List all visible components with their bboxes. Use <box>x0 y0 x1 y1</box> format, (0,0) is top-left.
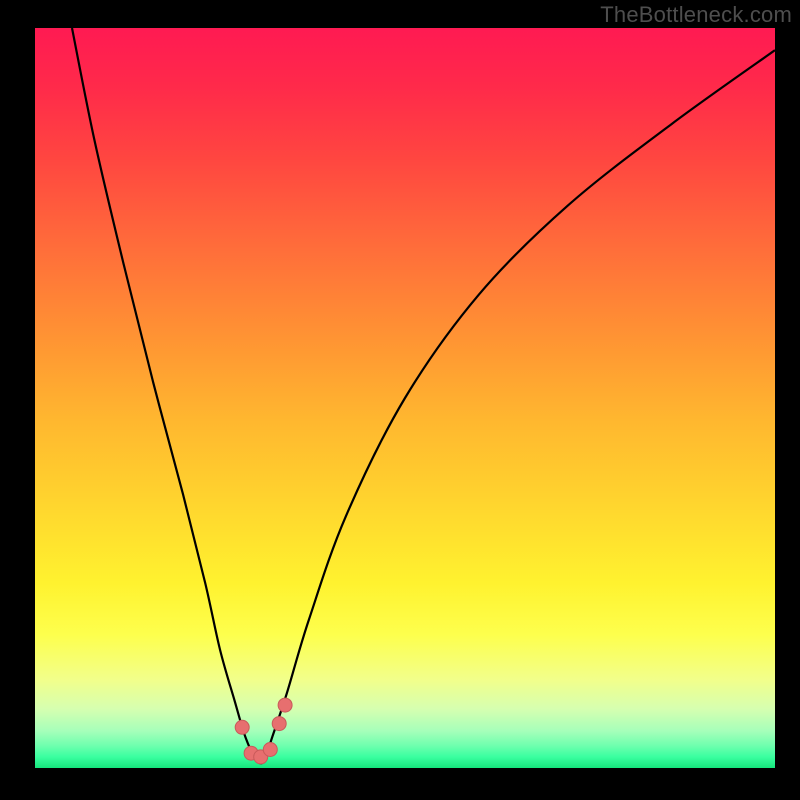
bottleneck-curve <box>72 28 775 763</box>
plot-area <box>35 28 775 768</box>
marker-dot <box>263 743 277 757</box>
marker-dot <box>278 698 292 712</box>
minimum-markers <box>235 698 292 764</box>
watermark-text: TheBottleneck.com <box>600 2 792 28</box>
curve-layer <box>35 28 775 768</box>
marker-dot <box>235 720 249 734</box>
marker-dot <box>272 717 286 731</box>
chart-frame: TheBottleneck.com <box>0 0 800 800</box>
